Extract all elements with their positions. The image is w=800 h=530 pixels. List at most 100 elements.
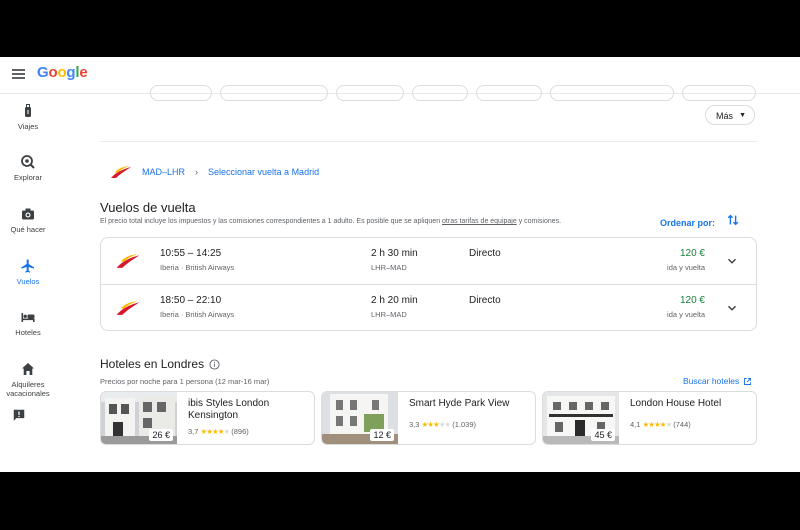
hotel-card[interactable]: 26 € ibis Styles London Kensington 3,7 ★… — [100, 391, 315, 445]
hotels-title: Hoteles en Londres — [100, 357, 220, 371]
search-hotels-link[interactable]: Buscar hoteles — [683, 376, 752, 386]
hotel-name: ibis Styles London Kensington — [188, 398, 270, 421]
hotels-note: Precios por noche para 1 persona (12 mar… — [100, 377, 270, 386]
baggage-fees-link[interactable]: otras tarifas de equipaje — [442, 218, 517, 225]
bed-icon — [21, 313, 35, 322]
menu-icon[interactable] — [12, 69, 25, 79]
hotel-price: 45 € — [591, 429, 615, 441]
hotel-card[interactable]: 45 € London House Hotel 4,1 ★★★★★ (744) — [542, 391, 757, 445]
sidebar-item-label: Viajes — [17, 122, 39, 131]
sidebar-item-label: Qué hacer — [10, 225, 46, 234]
sidebar-item-que-hacer[interactable]: Qué hacer — [0, 206, 56, 234]
camera-icon — [22, 208, 34, 220]
hotels-title-text: Hoteles en Londres — [100, 357, 205, 371]
price-note-end: y comisiones. — [516, 218, 562, 225]
flight-stops: Directo — [469, 295, 501, 306]
sidebar-item-explorar[interactable]: Explorar — [0, 154, 56, 182]
filter-chips — [100, 85, 757, 101]
flight-route: LHR–MAD — [371, 310, 407, 319]
flight-stops: Directo — [469, 248, 501, 259]
flight-price: 120 € — [679, 248, 705, 259]
price-note-text: El precio total incluye los impuestos y … — [100, 218, 443, 225]
caret-down-icon: ▼ — [739, 112, 746, 119]
filter-chip[interactable] — [476, 85, 542, 101]
hotel-name: London House Hotel — [630, 398, 722, 409]
filter-chip[interactable] — [150, 85, 212, 101]
sidebar-item-label: Hoteles — [15, 328, 41, 337]
divider — [100, 141, 757, 142]
hotel-rating-value: 4,1 — [630, 420, 641, 429]
info-icon[interactable] — [209, 358, 220, 370]
google-logo[interactable]: Google — [37, 64, 88, 81]
hotel-rating: 3,3 ★★★★★ (1.039) — [409, 420, 476, 429]
flight-price: 120 € — [679, 295, 705, 306]
hotel-price: 26 € — [149, 429, 173, 441]
breadcrumb: MAD–LHR › Seleccionar vuelta a Madrid — [110, 165, 319, 179]
filter-chip[interactable] — [412, 85, 468, 101]
more-filters-button[interactable]: Más ▼ — [705, 105, 755, 125]
sidebar-item-label: Explorar — [14, 173, 42, 182]
sort-button[interactable]: Ordenar por: — [660, 218, 715, 228]
iberia-logo-icon — [116, 254, 140, 268]
hotel-rating-value: 3,7 — [188, 427, 199, 436]
iberia-logo-icon — [111, 166, 131, 178]
hotel-photo: 45 € — [543, 392, 619, 444]
luggage-icon — [25, 104, 31, 117]
sidebar-item-alquileres[interactable]: Alquileres vacacionales — [0, 361, 56, 398]
chevron-right-icon: › — [195, 167, 199, 177]
flight-row[interactable]: 10:55 – 14:25 Iberia · British Airways 2… — [101, 238, 756, 284]
sidebar: Viajes Explorar Qué hacer Vuelos Hoteles… — [0, 93, 56, 472]
chevron-down-icon[interactable] — [725, 254, 739, 268]
flight-times: 10:55 – 14:25 — [160, 248, 222, 259]
sidebar-item-hoteles[interactable]: Hoteles — [0, 309, 56, 337]
hotel-card[interactable]: 12 € Smart Hyde Park View 3,3 ★★★★★ (1.0… — [321, 391, 536, 445]
explore-icon — [21, 155, 35, 169]
filter-chip[interactable] — [550, 85, 674, 101]
flight-duration: 2 h 30 min — [371, 248, 418, 259]
star-rating-icon: ★★★★★ — [642, 420, 673, 429]
return-flights-title: Vuelos de vuelta — [100, 200, 196, 215]
sort-icon[interactable] — [726, 213, 740, 227]
iberia-logo-icon — [116, 301, 140, 315]
flight-row[interactable]: 18:50 – 22:10 Iberia · British Airways 2… — [101, 284, 756, 331]
hotel-reviews: (896) — [231, 427, 249, 436]
hotel-price: 12 € — [370, 429, 394, 441]
breadcrumb-step: Seleccionar vuelta a Madrid — [208, 167, 320, 177]
more-filters-label: Más — [716, 111, 734, 121]
star-rating-icon: ★★★★★ — [200, 427, 231, 436]
hotel-name: Smart Hyde Park View — [409, 398, 510, 409]
hotel-photo: 12 € — [322, 392, 398, 444]
hotel-rating: 4,1 ★★★★★ (744) — [630, 420, 691, 429]
flight-times: 18:50 – 22:10 — [160, 295, 222, 306]
hotel-rating: 3,7 ★★★★★ (896) — [188, 427, 249, 436]
airplane-icon — [21, 259, 34, 273]
hotel-reviews: (744) — [673, 420, 691, 429]
filter-chip[interactable] — [682, 85, 756, 101]
sidebar-item-label: Vuelos — [16, 277, 40, 286]
house-icon — [22, 363, 34, 375]
open-in-new-icon — [744, 377, 752, 385]
flight-airlines: Iberia · British Airways — [160, 263, 235, 272]
flight-airlines: Iberia · British Airways — [160, 310, 235, 319]
search-hotels-label: Buscar hoteles — [683, 376, 740, 386]
flight-duration: 2 h 20 min — [371, 295, 418, 306]
price-note: El precio total incluye los impuestos y … — [100, 218, 561, 225]
filter-chip[interactable] — [336, 85, 404, 101]
browser-viewport: Google Viajes Explorar Qué hacer Vuelos … — [0, 57, 800, 472]
main-content: Más ▼ MAD–LHR › Seleccionar vuelta a Mad… — [100, 85, 757, 472]
hotel-photo: 26 € — [101, 392, 177, 444]
flight-list: 10:55 – 14:25 Iberia · British Airways 2… — [100, 237, 757, 331]
feedback-icon[interactable] — [12, 408, 26, 422]
filter-chip[interactable] — [220, 85, 328, 101]
sidebar-item-vuelos[interactable]: Vuelos — [0, 258, 56, 286]
hotel-rating-value: 3,3 — [409, 420, 420, 429]
flight-route: LHR–MAD — [371, 263, 407, 272]
flight-price-type: ida y vuelta — [667, 310, 705, 319]
sidebar-item-viajes[interactable]: Viajes — [0, 103, 56, 131]
star-rating-icon: ★★★★★ — [421, 420, 452, 429]
breadcrumb-route[interactable]: MAD–LHR — [142, 167, 185, 177]
chevron-down-icon[interactable] — [725, 301, 739, 315]
hotel-reviews: (1.039) — [452, 420, 477, 429]
flight-price-type: ida y vuelta — [667, 263, 705, 272]
sidebar-item-label: Alquileres vacacionales — [6, 380, 50, 398]
